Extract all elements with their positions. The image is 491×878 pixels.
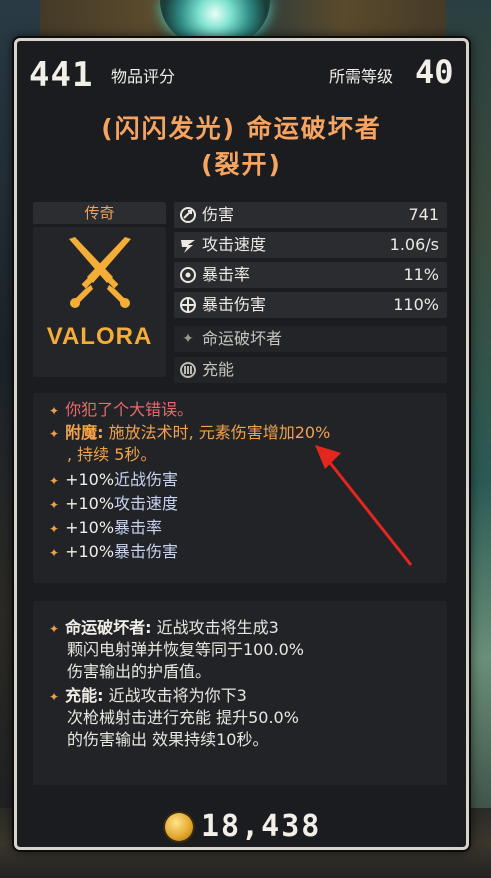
- price-value: 18,438: [201, 809, 322, 844]
- star-icon: ✦: [49, 498, 60, 512]
- stat-row-crit-damage: 暴击伤害 110%: [174, 292, 447, 318]
- coin-icon: [165, 813, 193, 841]
- crit-damage-icon: [180, 297, 196, 313]
- stat-label: 攻击速度: [202, 235, 267, 254]
- bonus-line: ✦ +10%攻击速度: [49, 494, 179, 513]
- stat-value: 110%: [393, 295, 439, 314]
- required-level: 40: [415, 53, 454, 91]
- stat-label: 暴击率: [202, 265, 251, 284]
- bonus-line: ✦ +10%近战伤害: [49, 470, 179, 489]
- required-level-label: 所需等级: [329, 67, 394, 86]
- item-title-line2: (裂开): [201, 150, 282, 179]
- bonus-line: ✦ +10%暴击伤害: [49, 542, 179, 561]
- stat-value: 1.06/s: [389, 235, 439, 254]
- rarity-badge: 传奇: [33, 202, 166, 224]
- charge-line2: 次枪械射击进行充能 提升50.0%: [67, 708, 299, 727]
- item-score: 441: [29, 55, 94, 95]
- description-box: ✦ 命运破坏者: 近战攻击将生成3 颗闪电射弹并恢复等同于100.0% 伤害输出的…: [33, 601, 447, 785]
- star-icon: ✦: [182, 331, 194, 347]
- enchant-line-2: , 持续 5秒。: [67, 445, 157, 464]
- price: 18,438: [165, 809, 345, 845]
- star-icon: ✦: [49, 690, 60, 704]
- stat-row-attack-speed: 攻击速度 1.06/s: [174, 232, 447, 258]
- charge-line1: ✦ 充能: 近战攻击将为你下3: [49, 686, 247, 705]
- stat-row-fate-breaker: ✦ 命运破坏者: [174, 326, 447, 352]
- crit-chance-icon: [180, 267, 196, 283]
- stat-label: 暴击伤害: [202, 295, 267, 314]
- star-icon: ✦: [49, 546, 60, 560]
- effects-box: ✦ 你犯了个大错误。 ✦ 附魔: 施放法术时, 元素伤害增加20% , 持续 5秒。…: [33, 393, 447, 583]
- stat-row-damage: 伤害 741: [174, 202, 447, 228]
- stat-label: 命运破坏者: [202, 329, 283, 348]
- flavor-text: ✦ 你犯了个大错误。: [49, 400, 194, 419]
- attack-speed-icon: [181, 240, 195, 253]
- item-title: (闪闪发光) 命运破坏者 (裂开): [37, 111, 446, 183]
- enchant-text: 施放法术时, 元素伤害增加20%: [108, 423, 331, 442]
- item-card: 441 物品评分 所需等级 40 (闪闪发光) 命运破坏者 (裂开) 传奇 VA…: [14, 38, 469, 850]
- stat-label: 伤害: [202, 205, 235, 224]
- star-icon: ✦: [49, 474, 60, 488]
- crossed-swords-icon: [69, 237, 131, 308]
- star-icon: ✦: [49, 622, 60, 636]
- star-icon: ✦: [49, 404, 60, 418]
- charge-line3: 的伤害输出 效果持续10秒。: [67, 730, 269, 749]
- damage-icon: [180, 207, 196, 223]
- enchant-line: ✦ 附魔: 施放法术时, 元素伤害增加20%: [49, 422, 330, 445]
- fate-breaker-line3: 伤害输出的护盾值。: [67, 662, 212, 681]
- stat-value: 741: [408, 205, 439, 224]
- stat-value: 11%: [403, 265, 439, 284]
- stat-row-crit-chance: 暴击率 11%: [174, 262, 447, 288]
- manufacturer-logo: VALORA: [46, 323, 153, 350]
- stat-label: 充能: [202, 360, 235, 379]
- star-icon: ✦: [49, 427, 60, 441]
- fate-breaker-line2: 颗闪电射弹并恢复等同于100.0%: [67, 640, 305, 659]
- item-icon-panel: VALORA: [33, 227, 166, 377]
- fate-breaker-line1: ✦ 命运破坏者: 近战攻击将生成3: [49, 618, 279, 637]
- bonus-line: ✦ +10%暴击率: [49, 518, 163, 537]
- star-icon: ✦: [49, 522, 60, 536]
- stat-row-charge: 充能: [174, 357, 447, 383]
- charge-icon: [180, 362, 196, 378]
- item-title-line1: (闪闪发光) 命运破坏者: [101, 114, 382, 143]
- enchant-key: 附魔:: [65, 423, 104, 442]
- item-score-label: 物品评分: [111, 67, 176, 86]
